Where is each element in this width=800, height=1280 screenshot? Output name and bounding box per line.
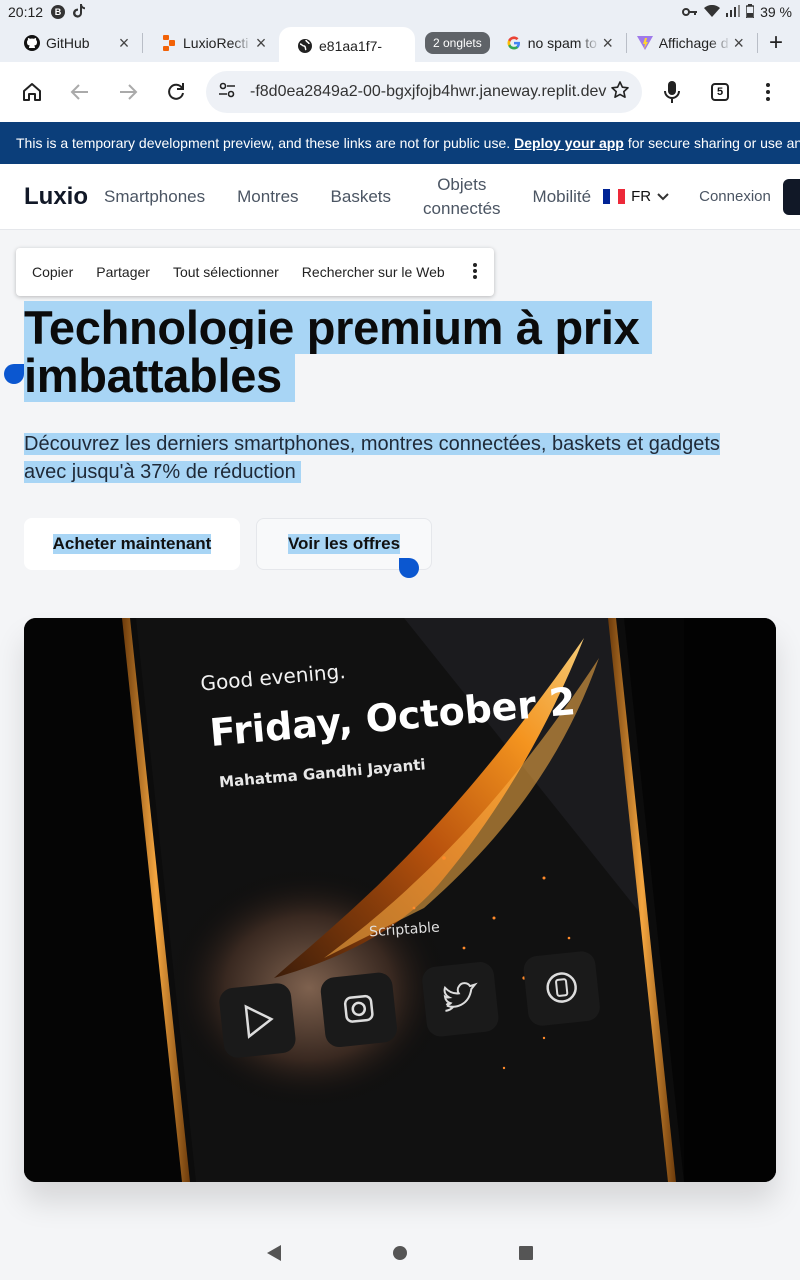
nav-baskets[interactable]: Baskets <box>331 185 391 209</box>
instagram-app-icon <box>320 972 397 1048</box>
banner-text-tail: for secure sharing or use an in <box>627 135 800 151</box>
shop-now-button[interactable]: Acheter maintenant <box>24 518 240 570</box>
menu-web-search[interactable]: Rechercher sur le Web <box>302 264 445 280</box>
language-selector[interactable]: FR <box>603 188 669 205</box>
back-triangle-icon[interactable] <box>266 1244 282 1267</box>
browser-menu-button[interactable] <box>752 76 784 108</box>
view-offers-label: Voir les offres <box>287 534 401 554</box>
close-icon[interactable]: × <box>253 33 269 54</box>
text-selection-menu: Copier Partager Tout sélectionner Recher… <box>16 248 494 296</box>
tiktok-icon <box>73 3 86 21</box>
tab-switcher-button[interactable]: 5 <box>704 76 736 108</box>
tab-luxio-replit[interactable]: LuxioRecti × <box>143 27 279 59</box>
signal-icon <box>726 4 741 20</box>
google-icon <box>506 35 522 51</box>
forward-button[interactable] <box>112 76 144 108</box>
nav-objets-connectes[interactable]: Objets connectés <box>423 173 501 221</box>
more-vertical-icon <box>766 83 770 101</box>
arrow-right-icon <box>120 84 138 100</box>
home-icon <box>23 83 41 101</box>
close-icon[interactable]: × <box>731 33 747 54</box>
hero-subtitle-line: Découvrez les derniers smartphones, mont… <box>24 433 720 455</box>
tab-active-preview[interactable]: e81aa1f7- <box>279 27 415 65</box>
browser-toolbar: -f8d0ea2849a2-00-bgxjfojb4hwr.janeway.re… <box>0 62 800 122</box>
deploy-app-link[interactable]: Deploy your app <box>514 135 624 151</box>
back-button[interactable] <box>64 76 96 108</box>
globe-icon <box>297 38 313 54</box>
hero-title: Technologie premium à prix imbattables <box>24 301 764 402</box>
voice-search-button[interactable] <box>656 76 688 108</box>
play-app-icon <box>219 983 296 1058</box>
arrow-left-icon <box>70 84 88 100</box>
header-cta-button[interactable] <box>782 178 800 215</box>
battery-percent: 39 % <box>760 4 792 20</box>
menu-share[interactable]: Partager <box>96 264 150 280</box>
nav-smartphones[interactable]: Smartphones <box>104 185 205 209</box>
new-tab-button[interactable]: + <box>758 29 794 57</box>
shop-now-label: Acheter maintenant <box>52 534 212 554</box>
banner-text: This is a temporary development preview,… <box>16 135 511 151</box>
bookmark-star-icon[interactable] <box>610 80 630 105</box>
site-logo[interactable]: Luxio <box>24 183 88 211</box>
system-navigation-bar <box>0 1230 800 1280</box>
app-notification-icon: B <box>51 5 66 19</box>
twitter-app-icon <box>422 962 499 1037</box>
reload-button[interactable] <box>160 76 192 108</box>
reload-icon <box>168 83 184 100</box>
tab-group-chip[interactable]: 2 onglets <box>425 32 490 54</box>
more-vertical-icon[interactable] <box>472 262 478 283</box>
github-icon <box>24 35 40 51</box>
tab-title: GitHub <box>46 35 90 51</box>
tab-vite[interactable]: Affichage d × <box>627 27 757 59</box>
url-text: -f8d0ea2849a2-00-bgxjfojb4hwr.janeway.re… <box>250 83 607 100</box>
vpn-key-icon <box>682 4 698 20</box>
site-header: Luxio Smartphones Montres Baskets Objets… <box>0 164 800 230</box>
tab-count: 5 <box>711 83 729 101</box>
microphone-icon <box>664 81 680 103</box>
tab-github[interactable]: GitHub × <box>6 27 142 59</box>
close-icon[interactable]: × <box>116 33 132 54</box>
hero-title-line: Technologie premium à prix <box>24 301 640 354</box>
login-link[interactable]: Connexion <box>699 188 771 205</box>
hero-product-image: Good evening. Friday, October 2 Mahatma … <box>24 618 776 1182</box>
wifi-icon <box>704 4 721 20</box>
status-bar: 20:12 B 39 % <box>0 0 800 24</box>
vite-icon <box>636 35 653 51</box>
address-bar[interactable]: -f8d0ea2849a2-00-bgxjfojb4hwr.janeway.re… <box>206 71 642 113</box>
hero-subtitle: Découvrez les derniers smartphones, mont… <box>24 430 784 486</box>
recents-square-icon[interactable] <box>518 1245 534 1266</box>
chevron-down-icon <box>657 192 669 200</box>
tab-strip: GitHub × LuxioRecti × e81aa1f7- 2 onglet… <box>0 24 800 65</box>
tab-google[interactable]: no spam to × <box>500 27 626 59</box>
tab-title: e81aa1f7- <box>319 38 383 54</box>
tab-title: Affichage d <box>658 35 729 51</box>
home-circle-icon[interactable] <box>392 1245 408 1266</box>
france-flag-icon <box>603 189 626 204</box>
dev-preview-banner: This is a temporary development preview,… <box>0 122 800 164</box>
hero-subtitle-line: avec jusqu'à 37% de réduction <box>24 461 296 483</box>
hero-title-line: imbattables <box>24 349 282 402</box>
replit-icon <box>161 35 177 51</box>
menu-copy[interactable]: Copier <box>32 264 73 280</box>
tab-title: no spam to <box>527 35 597 51</box>
nav-mobilite[interactable]: Mobilité <box>533 185 592 209</box>
site-settings-icon[interactable] <box>218 82 236 103</box>
battery-icon <box>745 3 755 21</box>
home-button[interactable] <box>16 76 48 108</box>
nav-montres[interactable]: Montres <box>237 185 298 209</box>
close-icon[interactable]: × <box>600 33 616 54</box>
tab-title: LuxioRecti <box>183 35 249 51</box>
menu-select-all[interactable]: Tout sélectionner <box>173 264 279 280</box>
selection-handle-start[interactable] <box>4 364 24 384</box>
whatsapp-app-icon <box>523 951 600 1026</box>
clock: 20:12 <box>8 4 44 20</box>
language-code: FR <box>631 188 652 205</box>
selection-handle-end[interactable] <box>399 558 419 578</box>
